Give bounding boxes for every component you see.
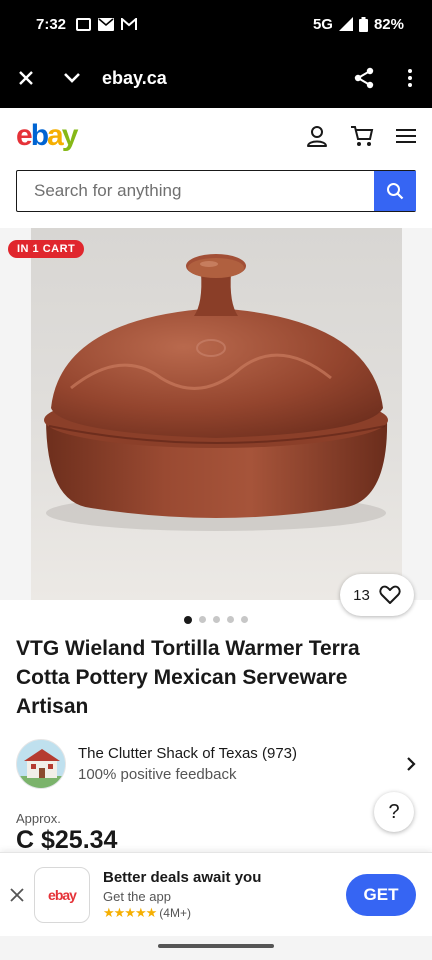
close-tab-button[interactable] <box>0 48 52 108</box>
battery-icon <box>358 16 368 32</box>
get-app-button[interactable]: GET <box>346 873 416 916</box>
header-actions <box>306 125 416 147</box>
url-text[interactable]: ebay.ca <box>92 68 340 89</box>
share-icon <box>354 67 374 89</box>
pagination-dot[interactable] <box>241 616 248 623</box>
seller-feedback: 100% positive feedback <box>78 766 237 783</box>
dismiss-banner-button[interactable] <box>0 853 34 937</box>
status-time: 7:32 <box>36 15 67 33</box>
site-header: ebay <box>0 108 432 164</box>
more-options-button[interactable] <box>388 48 432 108</box>
system-nav-bar <box>0 936 432 960</box>
image-gallery[interactable]: IN 1 CART <box>0 228 432 600</box>
pagination-dot[interactable] <box>184 616 192 624</box>
status-right: 5G 82% <box>313 16 404 33</box>
pagination-dot[interactable] <box>199 616 206 623</box>
seller-info[interactable]: The Clutter Shack of Texas (973) 100% po… <box>16 738 416 790</box>
more-vert-icon <box>408 69 412 87</box>
pagination-dot[interactable] <box>213 616 220 623</box>
seller-details: The Clutter Shack of Texas (973) 100% po… <box>78 743 297 785</box>
heart-icon <box>379 585 401 604</box>
signal-icon <box>338 17 353 31</box>
app-logo-text: ebay <box>48 886 77 903</box>
house-logo-icon <box>17 740 65 788</box>
search-bar: Search for anything <box>16 170 416 212</box>
help-button[interactable]: ? <box>374 792 414 832</box>
watch-count: 13 <box>353 586 370 604</box>
rating-count: (4M+) <box>159 905 191 920</box>
chevron-down-icon <box>64 73 80 83</box>
tortilla-warmer-illustration <box>44 254 388 531</box>
app-banner-subtext: Get the app <box>103 888 171 904</box>
hamburger-menu-icon[interactable] <box>396 128 416 144</box>
share-button[interactable] <box>340 48 388 108</box>
account-icon[interactable] <box>306 125 328 147</box>
browser-toolbar: ebay.ca <box>0 48 432 108</box>
seller-avatar <box>16 739 66 789</box>
pagination-dot[interactable] <box>227 616 234 623</box>
app-install-banner: ebay Better deals await you Get the app … <box>0 852 432 936</box>
seller-name: The Clutter Shack of Texas (973) <box>78 745 297 762</box>
search-input[interactable]: Search for anything <box>17 171 374 211</box>
status-bar: 7:32 5G 82% <box>0 0 432 48</box>
app-notification-icon <box>76 17 92 31</box>
image-pagination <box>0 616 432 624</box>
app-banner-headline: Better deals await you <box>103 868 262 886</box>
app-banner-text: Better deals await you Get the app ★★★★★… <box>103 869 261 921</box>
in-cart-badge: IN 1 CART <box>8 240 85 258</box>
notification-icons <box>76 17 138 31</box>
mail-icon <box>98 17 115 31</box>
battery-label: 82% <box>373 15 404 33</box>
help-label: ? <box>388 800 400 823</box>
search-icon <box>387 182 404 199</box>
price: C $25.34 <box>16 826 118 854</box>
cart-icon[interactable] <box>350 125 374 147</box>
minimize-button[interactable] <box>52 48 92 108</box>
star-rating-icon: ★★★★★ <box>103 904 157 920</box>
network-label: 5G <box>312 15 333 33</box>
ebay-app-logo: ebay <box>34 866 90 923</box>
ebay-logo[interactable]: ebay <box>16 119 78 153</box>
close-icon <box>10 887 24 902</box>
product-image[interactable] <box>31 228 402 600</box>
watch-button[interactable]: 13 <box>340 574 414 616</box>
chevron-right-icon <box>407 757 416 771</box>
price-approx-label: Approx. <box>16 811 61 826</box>
app-rating: ★★★★★ (4M+) <box>103 905 261 921</box>
gmail-icon <box>121 17 138 30</box>
close-icon <box>19 71 33 85</box>
listing-title: VTG Wieland Tortilla Warmer Terra Cotta … <box>16 637 360 718</box>
search-button[interactable] <box>374 170 416 211</box>
gesture-handle[interactable] <box>158 944 274 948</box>
